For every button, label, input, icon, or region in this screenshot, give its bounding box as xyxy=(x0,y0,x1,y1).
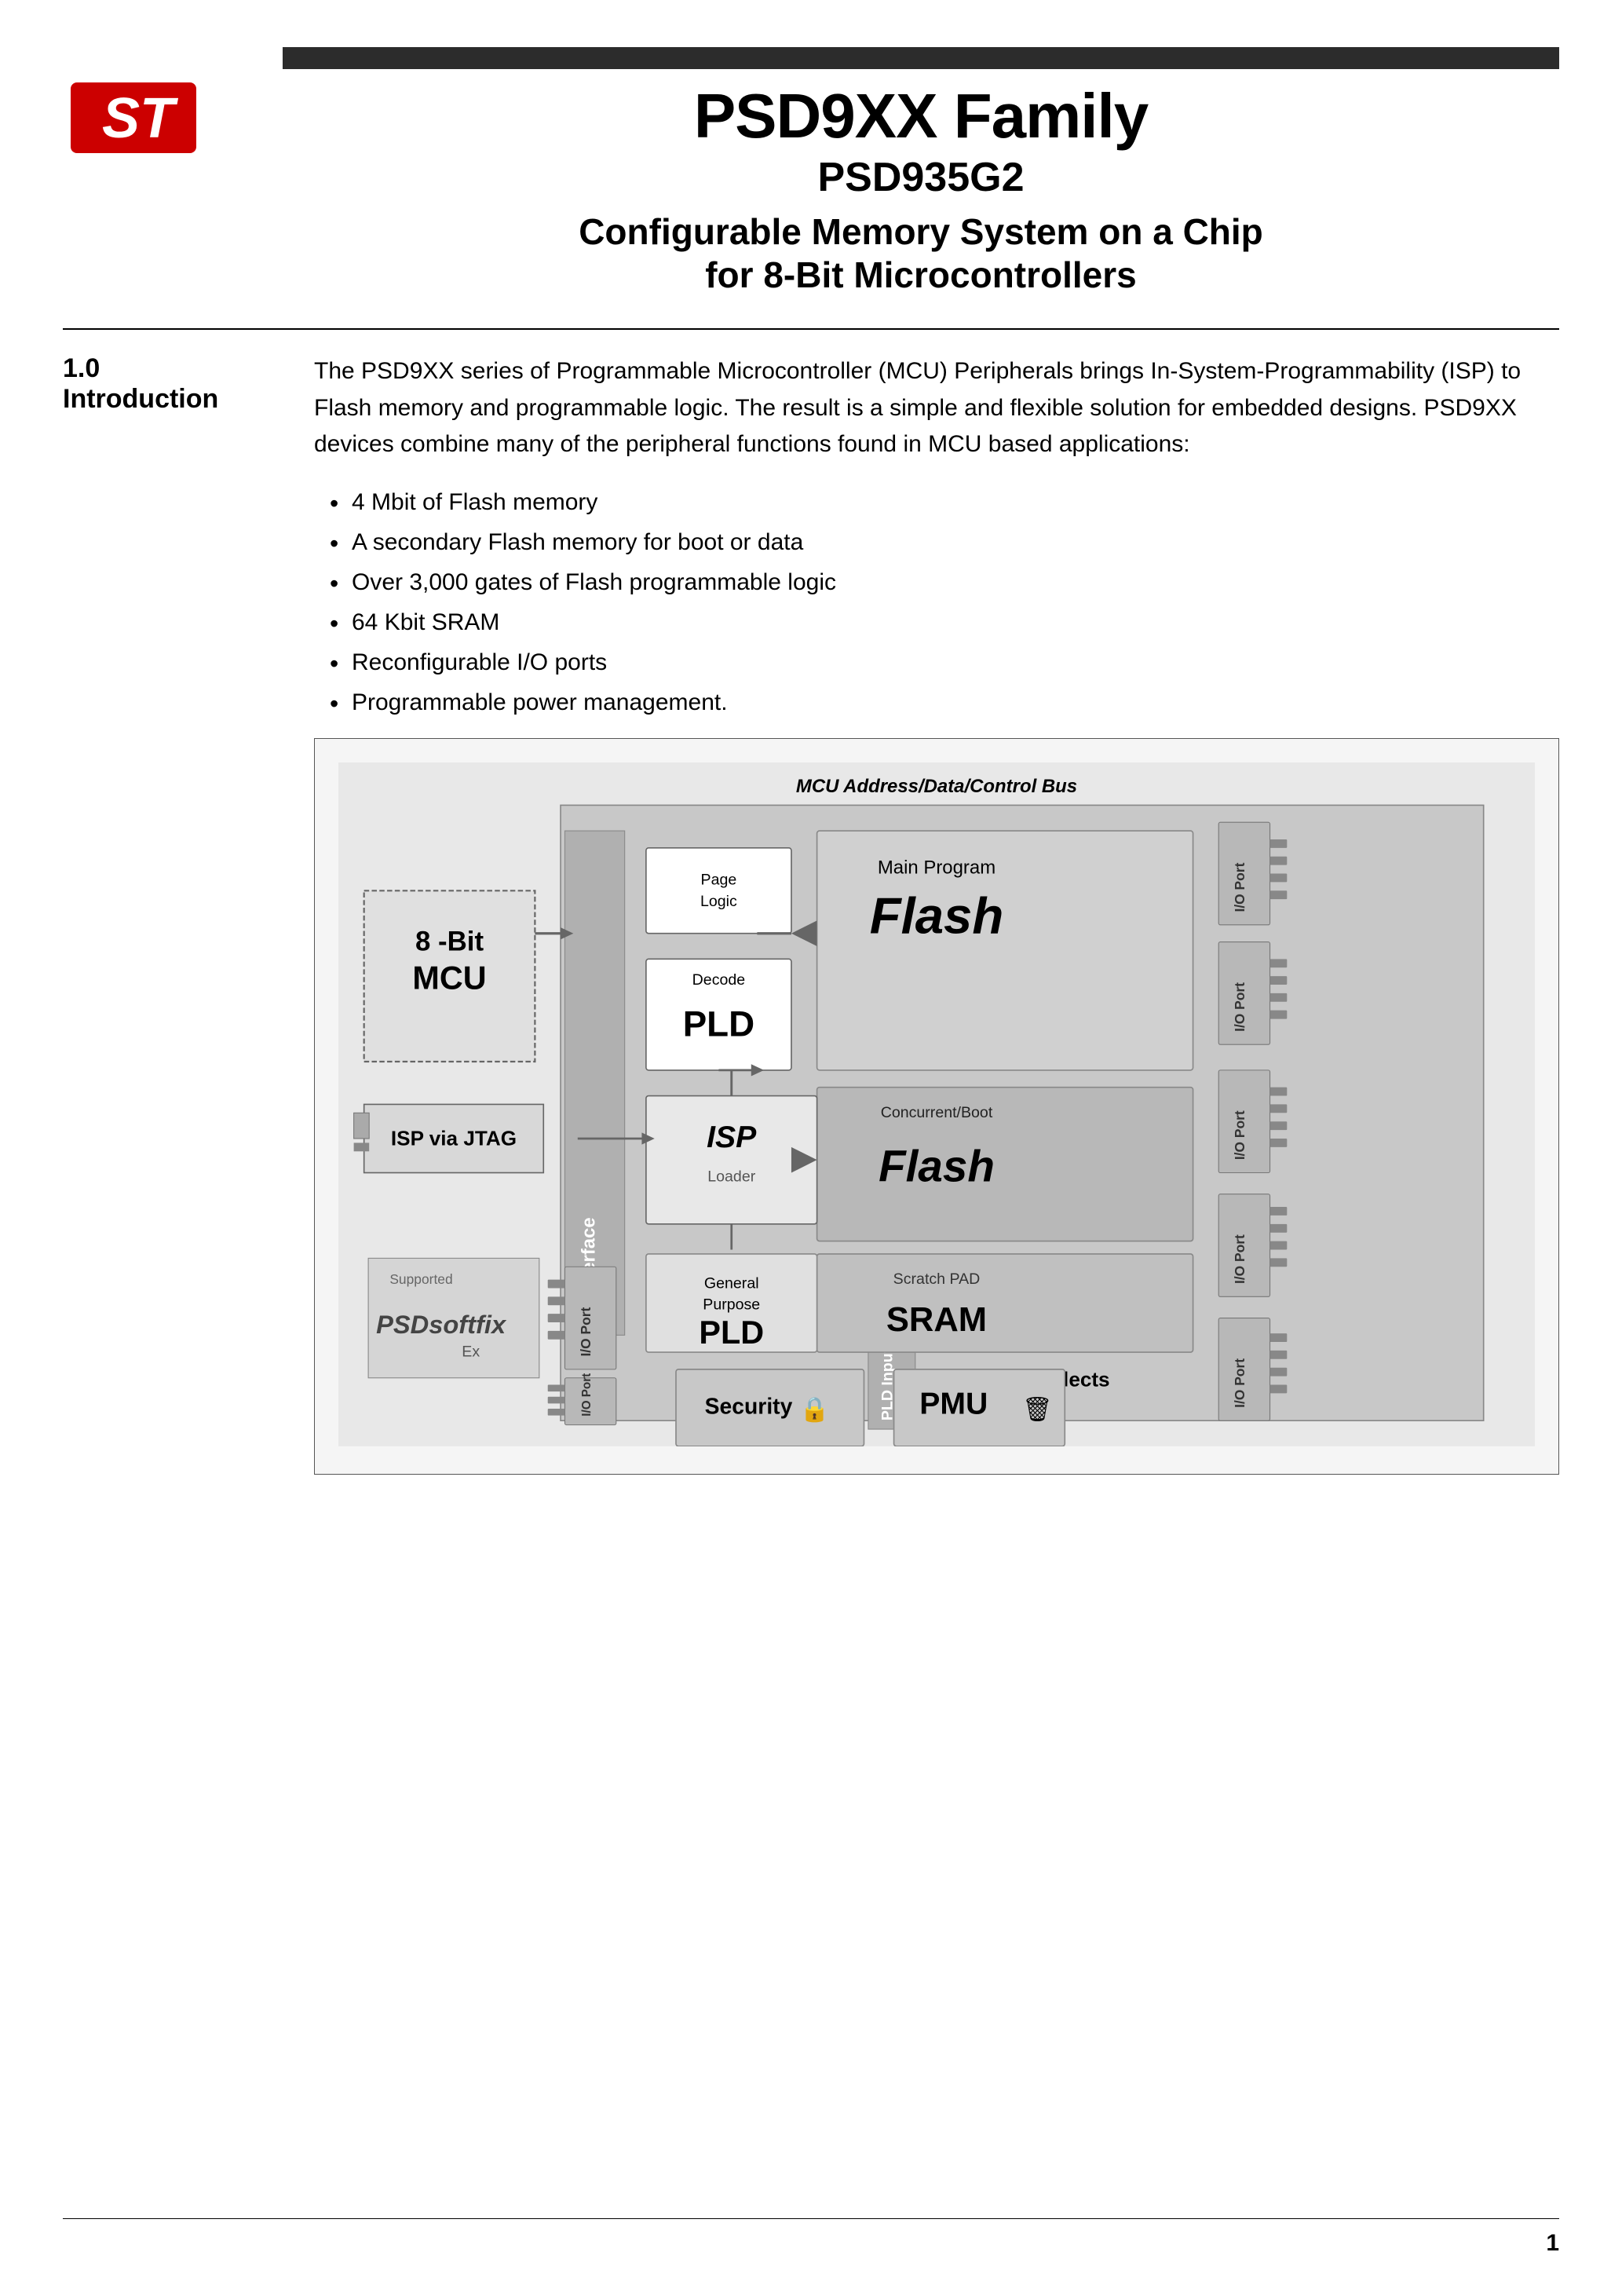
lock-icon: 🔒 xyxy=(800,1396,830,1423)
pmu-text: PMU xyxy=(919,1387,988,1420)
pmu-icon: 🗑 xyxy=(1022,1396,1053,1423)
page-logic-text2: Logic xyxy=(700,893,737,910)
header-bar xyxy=(283,47,1559,69)
ex-text: Ex xyxy=(462,1343,480,1360)
product-model: PSD935G2 xyxy=(283,154,1559,201)
boot-flash-text: Flash xyxy=(879,1141,995,1190)
sram-text: SRAM xyxy=(886,1301,987,1339)
pld-decode-text: PLD xyxy=(683,1004,754,1044)
product-family: PSD9XX Family xyxy=(283,85,1559,148)
gp-text2: Purpose xyxy=(703,1296,760,1314)
diagram-svg: MCU Address/Data/Control Bus 8 -Bit MCU … xyxy=(338,762,1535,1446)
io-port-4-label: I/O Port xyxy=(1232,1234,1248,1284)
concurrent-boot-text: Concurrent/Boot xyxy=(881,1104,993,1121)
block-diagram: MCU Address/Data/Control Bus 8 -Bit MCU … xyxy=(314,738,1559,1475)
list-item: Over 3,000 gates of Flash programmable l… xyxy=(330,562,1559,602)
list-item: 4 Mbit of Flash memory xyxy=(330,482,1559,522)
section-body: The PSD9XX series of Programmable Microc… xyxy=(314,353,1559,1474)
mcu-label2: MCU xyxy=(412,960,486,996)
page-header: ST PSD9XX Family PSD935G2 Configurable M… xyxy=(63,47,1559,297)
section-divider xyxy=(63,328,1559,330)
io-port-1-label: I/O Port xyxy=(1232,862,1248,912)
isp-text: ISP xyxy=(707,1121,757,1154)
title-area: PSD9XX Family PSD935G2 Configurable Memo… xyxy=(236,47,1559,297)
page-logic-text: Page xyxy=(701,872,737,889)
svg-text:ST: ST xyxy=(102,87,179,150)
section-number: 1.0 xyxy=(63,353,267,384)
st-logo: ST xyxy=(63,71,204,165)
logo-area: ST xyxy=(63,71,236,169)
section-title: Introduction xyxy=(63,384,267,415)
list-item: Programmable power management. xyxy=(330,682,1559,722)
io-port-5-label: I/O Port xyxy=(1232,1358,1248,1408)
main-program-text: Main Program xyxy=(878,857,995,878)
io-port-l2-label: I/O Port xyxy=(580,1373,594,1417)
page-number: 1 xyxy=(1546,2230,1559,2257)
section-label: 1.0 Introduction xyxy=(63,353,267,1474)
decode-text: Decode xyxy=(692,971,746,989)
supported-text: Supported xyxy=(389,1271,452,1287)
introduction-section: 1.0 Introduction The PSD9XX series of Pr… xyxy=(63,353,1559,1474)
main-flash-text: Flash xyxy=(870,887,1004,945)
list-item: A secondary Flash memory for boot or dat… xyxy=(330,522,1559,562)
list-item: Reconfigurable I/O ports xyxy=(330,642,1559,682)
scratch-pad-text: Scratch PAD xyxy=(893,1270,981,1288)
page-footer: 1 xyxy=(63,2218,1559,2257)
io-port-3-label: I/O Port xyxy=(1232,1110,1248,1160)
io-port-l1-label: I/O Port xyxy=(578,1307,594,1356)
product-description: Configurable Memory System on a Chipfor … xyxy=(283,210,1559,297)
mcu-label: 8 -Bit xyxy=(415,926,484,956)
isp-jtag-text: ISP via JTAG xyxy=(391,1127,517,1150)
psd-logo: PSDsoftfix xyxy=(376,1310,507,1339)
loader-text: Loader xyxy=(707,1168,755,1185)
feature-list: 4 Mbit of Flash memory A secondary Flash… xyxy=(314,482,1559,722)
security-text: Security xyxy=(705,1393,793,1418)
bus-label: MCU Address/Data/Control Bus xyxy=(796,776,1077,797)
gp-pld-text: PLD xyxy=(699,1314,764,1351)
intro-paragraph: The PSD9XX series of Programmable Microc… xyxy=(314,353,1559,463)
io-port-2-label: I/O Port xyxy=(1232,982,1248,1032)
gp-text: General xyxy=(704,1274,759,1292)
list-item: 64 Kbit SRAM xyxy=(330,602,1559,642)
